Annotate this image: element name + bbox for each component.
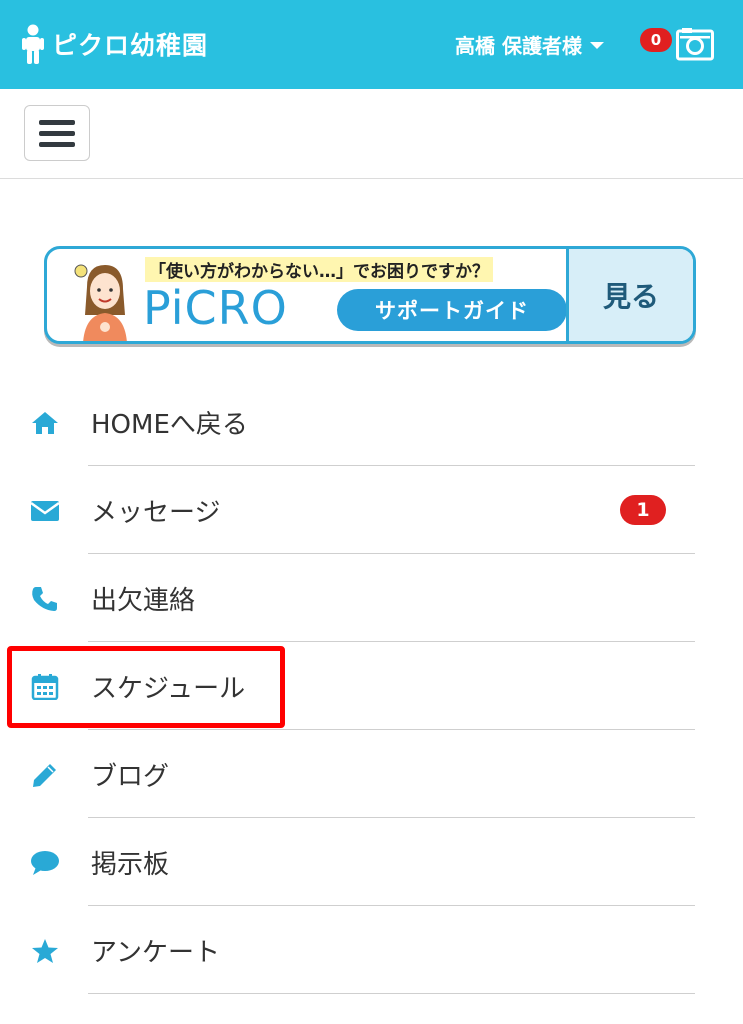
support-guide-banner[interactable]: 「使い方がわからない…」でお困りですか？ PiCRO サポートガイド 見る (44, 246, 696, 344)
menu-item-messages[interactable]: メッセージ 1 (0, 466, 743, 554)
child-icon (22, 24, 44, 64)
banner-look-button[interactable]: 見る (566, 249, 693, 341)
menu-label: アンケート (91, 938, 220, 968)
envelope-icon (30, 501, 60, 521)
menu-item-attendance[interactable]: 出欠連絡 (0, 554, 743, 642)
photo-icon[interactable] (676, 27, 714, 61)
notification-badge[interactable]: 0 (640, 28, 672, 52)
menu-label: メッセージ (91, 498, 221, 528)
menu-label: ブログ (91, 762, 170, 792)
highlight-box (7, 646, 285, 728)
comment-icon (31, 851, 59, 875)
star-icon (32, 939, 58, 963)
guide-person-icon (74, 264, 127, 341)
user-name: 高橋 保護者様 (455, 34, 582, 58)
app-name: ピクロ幼稚園 (52, 31, 209, 60)
top-navbar: ピクロ幼稚園 高橋 保護者様 0 (0, 0, 743, 89)
menu-item-board[interactable]: 掲示板 (0, 818, 743, 906)
menu-item-survey[interactable]: アンケート (0, 906, 743, 994)
picro-logo: PiCRO (143, 281, 288, 335)
menu-item-home[interactable]: HOMEへ戻る (0, 378, 743, 466)
banner-question: 「使い方がわからない…」でお困りですか？ (145, 257, 493, 282)
support-guide-label: サポートガイド (337, 289, 567, 331)
user-dropdown[interactable]: 高橋 保護者様 (455, 30, 604, 59)
menu-label: HOMEへ戻る (91, 410, 248, 440)
menu-item-blog[interactable]: ブログ (0, 730, 743, 818)
message-count-badge: 1 (620, 495, 666, 525)
phone-icon (32, 587, 57, 611)
brand-link[interactable]: ピクロ幼稚園 (20, 24, 208, 64)
hamburger-icon (39, 119, 75, 125)
menu-toggle-button[interactable] (24, 105, 90, 161)
menu-label: 出欠連絡 (91, 586, 196, 616)
sub-navbar (0, 89, 743, 179)
divider (88, 993, 695, 994)
pencil-icon (33, 764, 56, 787)
home-icon (32, 412, 58, 434)
caret-down-icon (589, 42, 604, 49)
menu-label: 掲示板 (91, 850, 170, 880)
